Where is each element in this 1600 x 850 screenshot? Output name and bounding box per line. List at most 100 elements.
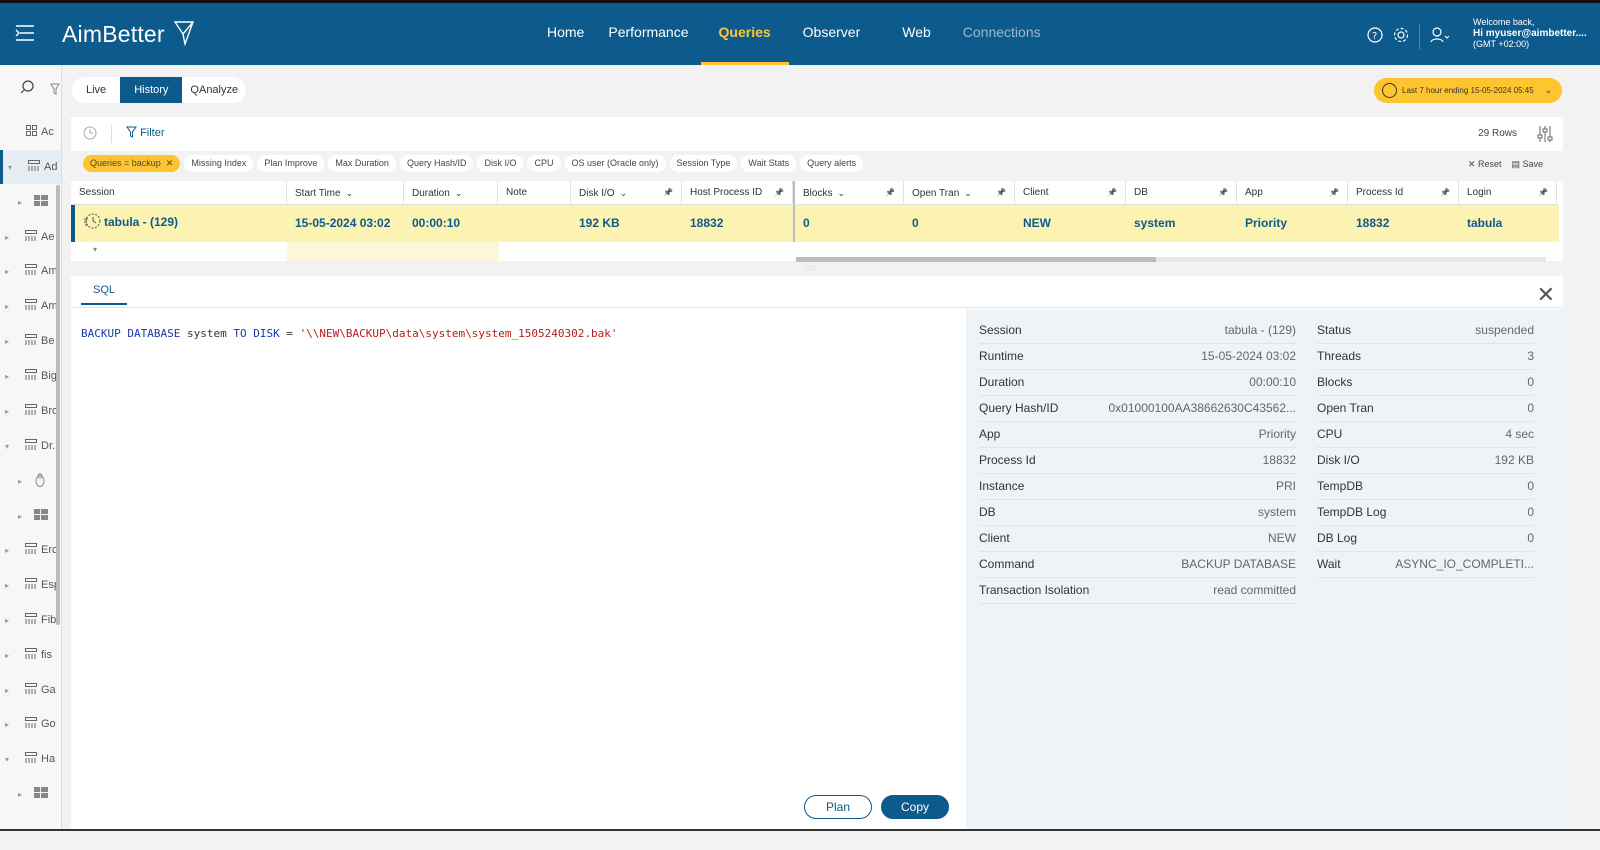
sidebar-item[interactable]: ▸ Erc [0,533,61,567]
pin-icon[interactable]: 📌 [1107,181,1117,205]
pin-icon[interactable]: 📌 [1329,181,1339,205]
chevron-right-icon[interactable]: ▸ [5,686,13,695]
sidebar-item[interactable]: Ac [0,115,61,149]
column-header[interactable]: Open Tran ⌄ 📌 [904,181,1015,204]
sidebar-item[interactable]: ▸ [0,777,61,811]
chevron-right-icon[interactable]: ▸ [5,302,13,311]
column-header[interactable]: Blocks ⌄ 📌 [793,181,904,204]
chevron-right-icon[interactable]: ▸ [5,233,13,242]
filter-chip[interactable]: CPU [527,155,561,172]
sidebar-item[interactable]: ▾ Dr. [0,429,61,463]
column-header[interactable]: Start Time ⌄ [287,181,404,204]
nav-observer[interactable]: Observer [789,3,883,65]
pin-icon[interactable]: 📌 [774,181,784,205]
pin-icon[interactable]: 📌 [1218,181,1228,205]
column-header[interactable]: Process Id 📌 [1348,181,1459,204]
chevron-right-icon[interactable]: ▸ [18,512,26,521]
sidebar-item[interactable]: ▸ Ae [0,220,61,254]
column-header[interactable]: Host Process ID 📌 [682,181,793,204]
chevron-down-icon[interactable]: ⌄ [455,188,463,198]
nav-connections[interactable]: Connections [951,3,1053,65]
table-row[interactable]: tabula - (129) 15-05-2024 03:02 00:00:10 19… [71,205,1559,242]
sidebar-item[interactable]: ▸ Be [0,324,61,358]
chevron-down-icon[interactable]: ⌄ [346,188,354,198]
chevron-right-icon[interactable]: ▸ [5,372,13,381]
close-icon[interactable]: ✕ [1537,282,1555,308]
chevron-down-icon[interactable]: ⌄ [620,188,628,198]
tab-history[interactable]: History [120,77,183,103]
filter-chip[interactable]: Max Duration [328,155,396,172]
chevron-right-icon[interactable]: ▸ [5,546,13,555]
chevron-down-icon[interactable]: ▾ [5,755,13,764]
column-header[interactable]: Session [71,181,287,204]
chevron-down-icon[interactable]: ▾ [5,442,13,451]
filter-chip[interactable]: Query alerts [800,155,864,172]
filter-chip[interactable]: Missing Index [184,155,254,172]
chevron-right-icon[interactable]: ▸ [5,616,13,625]
sidebar-item[interactable]: ▸ [0,185,61,219]
time-range-picker[interactable]: Last 7 hour ending 15-05-2024 05:45 ⌄ [1374,78,1562,103]
column-header[interactable]: DB 📌 [1126,181,1237,204]
sidebar-item[interactable]: ▸ Go [0,707,61,741]
sidebar-item[interactable]: ▾ Ha [0,742,61,776]
table-horizontal-scrollbar[interactable] [796,257,1546,262]
filter-chip[interactable]: Queries = backup ✕ [83,155,181,172]
nav-performance[interactable]: Performance [596,3,700,65]
chevron-right-icon[interactable]: ▸ [5,581,13,590]
reset-button[interactable]: ✕ Reset [1468,159,1502,170]
nav-web[interactable]: Web [882,3,951,65]
column-header[interactable]: Duration ⌄ [404,181,498,204]
chevron-right-icon[interactable]: ▸ [5,407,13,416]
chevron-down-icon[interactable]: ⌄ [837,188,845,198]
column-header[interactable]: Client 📌 [1015,181,1126,204]
plan-button[interactable]: Plan [804,795,872,819]
nav-queries[interactable]: Queries [700,3,789,65]
copy-button[interactable]: Copy [881,795,949,819]
save-button[interactable]: ▤ Save [1511,159,1543,170]
sidebar-item[interactable]: ▸ [0,464,61,498]
sidebar-item[interactable]: ▸ Am [0,254,61,288]
history-icon[interactable] [83,126,97,145]
sidebar-scrollbar[interactable] [56,185,60,625]
user-welcome[interactable]: Welcome back, Hi myuser@aimbetter.... (G… [1473,17,1587,50]
sidebar-item[interactable]: ▸ fis [0,638,61,672]
chevron-down-icon[interactable]: ⌄ [964,188,972,198]
filter-chip[interactable]: Query Hash/ID [399,155,474,172]
pin-icon[interactable]: 📌 [1440,181,1450,205]
filter-chip[interactable]: OS user (Oracle only) [564,155,666,172]
chevron-right-icon[interactable]: ▸ [5,267,13,276]
tab-sql[interactable]: SQL [81,284,128,305]
sidebar-item[interactable]: ▸ Ga [0,673,61,707]
sidebar-item[interactable]: ▸ Fib [0,603,61,637]
sidebar-item[interactable]: ▾ Ad [0,150,61,184]
filter-chip[interactable]: Session Type [669,155,738,172]
pin-icon[interactable]: 📌 [996,181,1006,205]
sidebar-item[interactable]: ▸ [0,499,61,533]
nav-home[interactable]: Home [535,3,596,65]
chevron-right-icon[interactable]: ▸ [5,337,13,346]
sidebar-item[interactable]: ▸ Bro [0,394,61,428]
chevron-right-icon[interactable]: ▸ [18,790,26,799]
filter-chip[interactable]: Plan Improve [257,155,325,172]
filter-chip[interactable]: Wait Stats [741,155,797,172]
filter-chip[interactable]: Disk I/O [477,155,524,172]
chevron-right-icon[interactable]: ▸ [5,720,13,729]
filter-button[interactable]: Filter [126,126,165,139]
chevron-right-icon[interactable]: ▸ [18,477,26,486]
close-icon[interactable]: ✕ [166,158,174,168]
column-header[interactable]: Note [498,181,571,204]
expand-caret[interactable]: ▾ [93,245,97,254]
chevron-right-icon[interactable]: ▸ [5,651,13,660]
sidebar-item[interactable]: ▸ Esp [0,568,61,602]
chevron-down-icon[interactable]: ▾ [8,163,16,172]
column-header[interactable]: Disk I/O ⌄ 📌 [571,181,682,204]
column-settings-icon[interactable] [1537,125,1553,148]
user-avatar-icon[interactable] [1430,26,1450,48]
settings-gear-icon[interactable] [1393,27,1409,48]
sidebar-item[interactable]: ▸ Big [0,359,61,393]
column-header[interactable]: App 📌 [1237,181,1348,204]
column-header[interactable]: Login 📌 [1459,181,1557,204]
pin-icon[interactable]: 📌 [663,181,673,205]
tab-live[interactable]: Live [72,77,120,103]
filter-icon[interactable] [50,82,60,100]
